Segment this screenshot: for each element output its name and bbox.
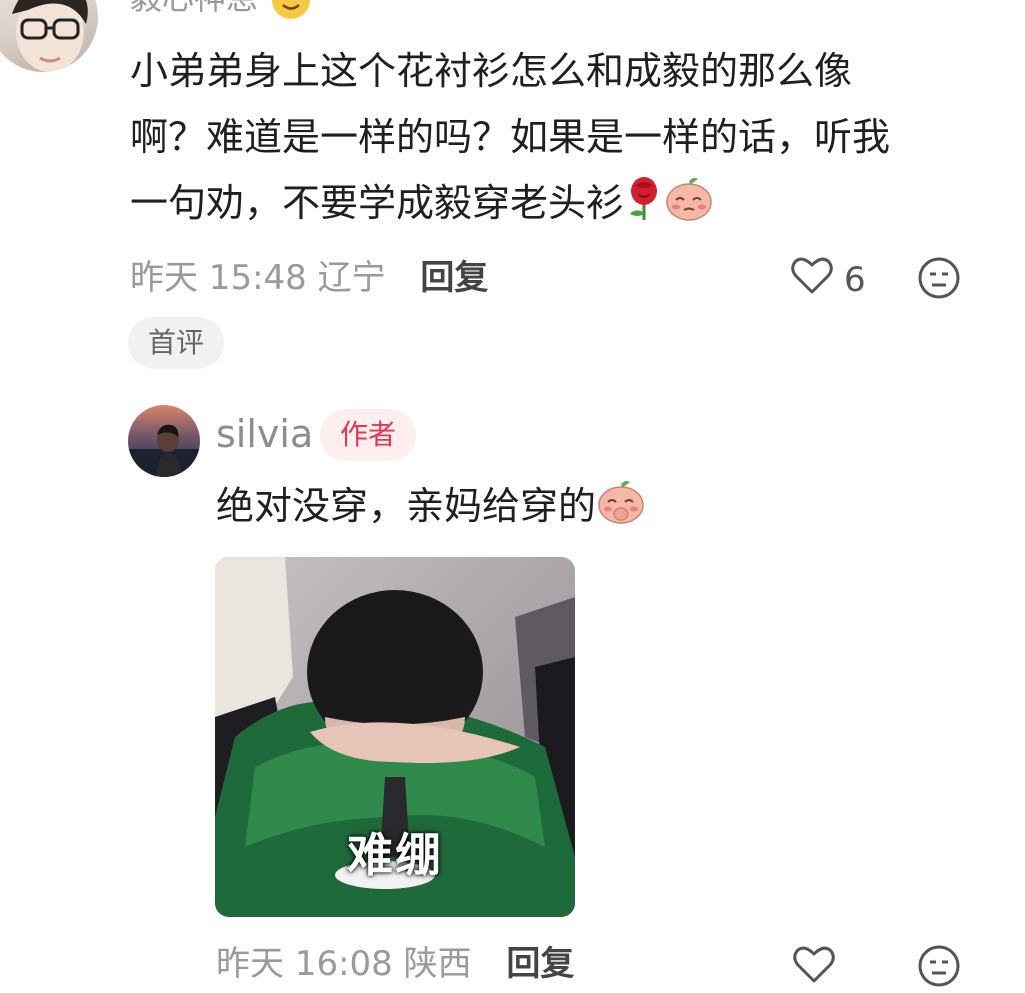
comment-line-3-text: 一句劝，不要学成毅穿老头衫 bbox=[130, 181, 625, 225]
heart-outline-icon[interactable] bbox=[792, 944, 836, 993]
comment-time: 昨天 15:48 bbox=[130, 258, 307, 298]
reply-avatar[interactable] bbox=[128, 405, 200, 477]
reply-time: 昨天 16:08 bbox=[216, 944, 393, 984]
comment-line-2: 啊？难道是一样的吗？如果是一样的话，听我 bbox=[130, 115, 891, 159]
comment-line-1: 小弟弟身上这个花衬衫怎么和成毅的那么像 bbox=[130, 49, 853, 93]
reply-dislike-button[interactable] bbox=[917, 944, 961, 992]
comment-location: 辽宁 bbox=[317, 258, 386, 298]
reply-reply-button[interactable]: 回复 bbox=[506, 944, 574, 984]
comment-text: 小弟弟身上这个花衬衫怎么和成毅的那么像 啊？难道是一样的吗？如果是一样的话，听我… bbox=[130, 38, 990, 242]
reply-like-button[interactable] bbox=[792, 944, 836, 993]
commenter-username-text[interactable]: 毅心神息 bbox=[130, 0, 258, 17]
reply-location: 陕西 bbox=[403, 944, 472, 984]
peach-face-emoji-icon bbox=[596, 479, 646, 544]
comment-meta: 昨天 15:48 辽宁 回复 bbox=[130, 258, 488, 298]
commenter-username[interactable]: 毅心神息 bbox=[130, 0, 311, 19]
reply-button[interactable]: 回复 bbox=[420, 258, 488, 298]
first-comment-tag: 首评 bbox=[128, 317, 224, 369]
dislike-face-icon[interactable] bbox=[917, 256, 961, 300]
reply-image[interactable]: 难绷 bbox=[215, 557, 575, 917]
like-button[interactable]: 6 bbox=[790, 255, 866, 304]
reply-username[interactable]: silvia bbox=[216, 410, 313, 458]
dislike-button[interactable] bbox=[917, 256, 961, 304]
reply-text-content: 绝对没穿，亲妈给穿的 bbox=[216, 484, 597, 528]
heart-outline-icon[interactable] bbox=[790, 255, 834, 304]
smile-emoji-icon bbox=[272, 0, 311, 19]
reply-meta: 昨天 16:08 陕西 回复 bbox=[216, 944, 574, 984]
dislike-face-icon[interactable] bbox=[917, 944, 961, 988]
commenter-avatar[interactable] bbox=[0, 0, 98, 72]
like-count: 6 bbox=[844, 259, 866, 300]
peach-face-emoji-icon bbox=[664, 176, 714, 242]
author-badge: 作者 bbox=[320, 409, 416, 461]
reply-text: 绝对没穿，亲妈给穿的 bbox=[216, 474, 646, 544]
image-caption: 难绷 bbox=[347, 828, 443, 882]
rose-emoji-icon bbox=[624, 176, 664, 242]
comment-line-3: 一句劝，不要学成毅穿老头衫 bbox=[130, 170, 990, 242]
